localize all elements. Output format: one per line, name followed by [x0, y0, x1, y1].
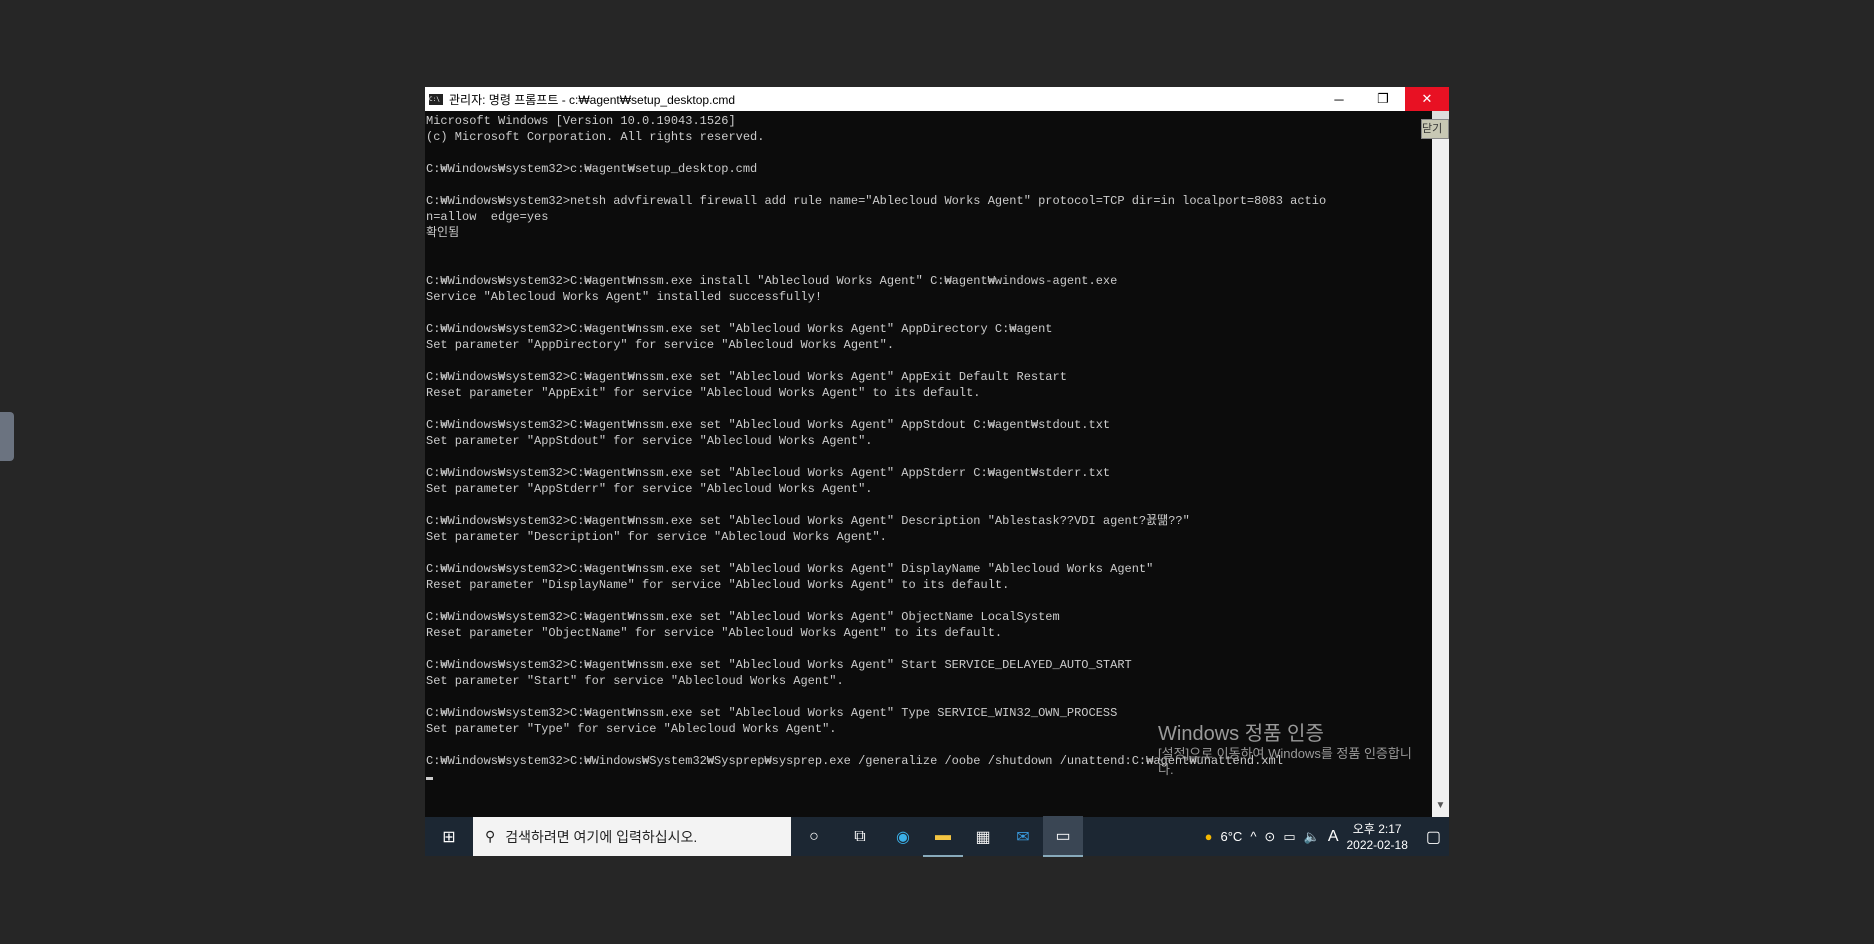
cmd-taskbar-icon[interactable]: ▭ [1043, 816, 1083, 857]
start-button[interactable]: ⊞ [425, 817, 473, 856]
terminal-line: C:₩Windows₩system32>C:₩agent₩nssm.exe se… [426, 562, 1154, 576]
notification-icon[interactable]: ▢ [1426, 827, 1441, 847]
watermark-title: Windows 정품 인증 [1158, 723, 1324, 745]
window-title: 관리자: 명령 프롬프트 - c:₩agent₩setup_desktop.cm… [449, 92, 736, 107]
meet-icon[interactable]: ⊙ [1264, 829, 1275, 845]
system-tray: ● 6°C ^ ⊙ ▭ 🔈 A 오후 2:17 2022-02-18 ▢ [1205, 821, 1449, 853]
side-panel-handle[interactable] [0, 412, 14, 461]
taskbar: ⊞ ⚲ 검색하려면 여기에 입력하십시오. ○ ⧉ ◉ ▬ ▦ ✉ ▭ ● 6°… [425, 816, 1449, 857]
terminal-line: C:₩Windows₩system32>C:₩agent₩nssm.exe se… [426, 658, 1132, 672]
terminal-line: Reset parameter "DisplayName" for servic… [426, 578, 1010, 592]
search-box[interactable]: ⚲ 검색하려면 여기에 입력하십시오. [473, 817, 791, 856]
terminal-line: n=allow edge=yes [426, 210, 549, 224]
network-icon[interactable]: ▭ [1283, 829, 1295, 845]
watermark-subtitle: [설정]으로 이동하여 Windows를 정품 인증합니다. [1158, 746, 1412, 777]
scrollbar[interactable]: ▼ [1432, 111, 1449, 817]
terminal-line: Service "Ablecloud Works Agent" installe… [426, 290, 823, 304]
activation-watermark: Windows 정품 인증 [설정]으로 이동하여 Windows를 정품 인증… [1158, 717, 1418, 778]
date: 2022-02-18 [1346, 837, 1408, 852]
terminal-text: Microsoft Windows [Version 10.0.19043.15… [425, 111, 1432, 785]
terminal-output[interactable]: Microsoft Windows [Version 10.0.19043.15… [425, 111, 1432, 817]
terminal-line: C:₩Windows₩system32>C:₩agent₩nssm.exe se… [426, 610, 1060, 624]
mail-icon[interactable]: ✉ [1003, 817, 1043, 856]
terminal-line: C:₩Windows₩system32>C:₩agent₩nssm.exe se… [426, 466, 1111, 480]
terminal-line: Microsoft Windows [Version 10.0.19043.15… [426, 114, 736, 128]
terminal-line: Set parameter "AppStderr" for service "A… [426, 482, 873, 496]
scroll-down-icon[interactable]: ▼ [1432, 800, 1449, 817]
close-tooltip: 닫기 [1421, 119, 1449, 139]
terminal-line: Set parameter "Description" for service … [426, 530, 887, 544]
command-prompt-window: C:\ 관리자: 명령 프롬프트 - c:₩agent₩setup_deskto… [425, 87, 1449, 857]
terminal-line: (c) Microsoft Corporation. All rights re… [426, 130, 765, 144]
terminal-line: Set parameter "AppDirectory" for service… [426, 338, 895, 352]
volume-muted-icon[interactable]: 🔈 [1304, 829, 1320, 845]
text-cursor [426, 777, 433, 780]
terminal-line: C:₩Windows₩system32>netsh advfirewall fi… [426, 194, 1327, 208]
chevron-up-icon[interactable]: ^ [1250, 829, 1256, 844]
restore-button[interactable]: ❐ [1361, 87, 1405, 111]
time: 오후 2:17 [1352, 821, 1402, 836]
terminal-line: Reset parameter "ObjectName" for service… [426, 626, 1003, 640]
search-icon: ⚲ [485, 828, 496, 844]
weather-temp[interactable]: 6°C [1220, 829, 1242, 844]
ime-indicator[interactable]: A [1328, 828, 1339, 846]
task-view-icon[interactable]: ⧉ [837, 817, 883, 856]
edge-icon[interactable]: ◉ [883, 817, 923, 856]
search-placeholder: 검색하려면 여기에 입력하십시오. [505, 828, 698, 845]
terminal-line: 확인됨 [426, 226, 460, 240]
terminal-line: C:₩Windows₩system32>C:₩agent₩nssm.exe se… [426, 370, 1067, 384]
minimize-button[interactable]: ─ [1317, 87, 1361, 111]
terminal-line: C:₩Windows₩system32>C:₩agent₩nssm.exe se… [426, 514, 1190, 528]
weather-icon: ● [1204, 829, 1213, 844]
clock[interactable]: 오후 2:17 2022-02-18 [1346, 821, 1407, 853]
file-explorer-icon[interactable]: ▬ [923, 816, 963, 857]
cmd-icon: C:\ [429, 93, 443, 105]
terminal-line: C:₩Windows₩system32>C:₩agent₩nssm.exe se… [426, 322, 1053, 336]
close-button[interactable]: ✕ [1405, 87, 1449, 111]
terminal-line: Reset parameter "AppExit" for service "A… [426, 386, 981, 400]
terminal-line: Set parameter "AppStdout" for service "A… [426, 434, 873, 448]
title-bar[interactable]: C:\ 관리자: 명령 프롬프트 - c:₩agent₩setup_deskto… [425, 87, 1449, 111]
cortana-icon[interactable]: ○ [791, 817, 837, 856]
store-icon[interactable]: ▦ [963, 817, 1003, 856]
terminal-line: C:₩Windows₩system32>C:₩agent₩nssm.exe in… [426, 274, 1118, 288]
terminal-line: C:₩Windows₩system32>C:₩agent₩nssm.exe se… [426, 418, 1111, 432]
terminal-line: C:₩Windows₩system32>c:₩agent₩setup_deskt… [426, 162, 758, 176]
terminal-line: Set parameter "Start" for service "Ablec… [426, 674, 844, 688]
